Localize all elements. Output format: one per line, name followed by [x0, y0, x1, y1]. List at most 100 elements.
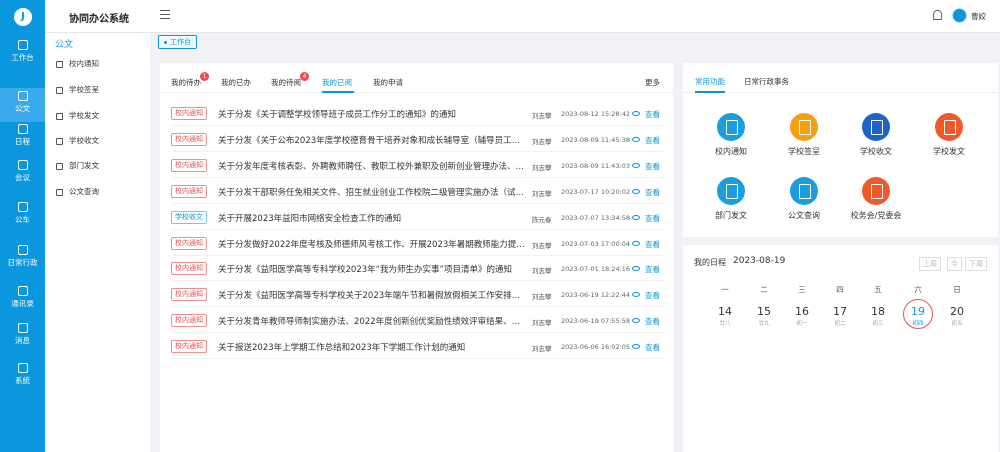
document-title-link[interactable]: 关于分发《关于公布2023年度学校德育骨干培养对象和成长辅导室（辅导员工作… [218, 134, 525, 146]
rail-item-1[interactable]: 公文 [0, 88, 45, 122]
sidenav-item-3[interactable]: 学校收文 [56, 134, 99, 148]
function-5[interactable]: 公文查询 [774, 177, 834, 222]
calendar-nav-button-2[interactable]: 下周 [965, 257, 987, 271]
category-badge: 校内通知 [171, 158, 207, 172]
tab-workbench[interactable]: 工作台 [158, 35, 197, 49]
document-title-link[interactable]: 关于开展2023年益阳市网络安全检查工作的通知 [218, 212, 525, 224]
document-author: 刘志攀 [532, 319, 552, 328]
view-link[interactable]: 查看 [645, 187, 660, 198]
calendar-nav-button-0[interactable]: 上周 [919, 257, 941, 271]
sidenav-item-1[interactable]: 学校签呈 [56, 83, 99, 97]
document-title-link[interactable]: 关于分发《益阳医学高等专科学校关于2023年端午节和暑假放假相关工作安排的… [218, 289, 525, 301]
query-icon [790, 177, 818, 205]
rail-item-4[interactable]: 公车 [0, 199, 45, 233]
calendar-day[interactable]: 19 初四 [903, 305, 933, 327]
weekday-header: 一 [721, 285, 729, 294]
sidenav-item-4[interactable]: 部门发文 [56, 159, 99, 173]
view-link[interactable]: 查看 [645, 109, 660, 120]
tab-count-badge: 4 [300, 72, 309, 81]
sidenav-item-0[interactable]: 校内通知 [56, 57, 99, 71]
send-doc-icon [935, 113, 963, 141]
tab-label: 我的待阅 [271, 78, 301, 87]
day-number: 17 [833, 305, 847, 318]
more-link[interactable]: 更多 [645, 77, 660, 88]
calendar-day[interactable]: 18 初三 [863, 305, 893, 327]
document-title-link[interactable]: 关于报送2023年上学期工作总结和2023年下学期工作计划的通知 [218, 341, 525, 353]
tab-doc-0[interactable]: 我的待办 1 [171, 72, 209, 88]
function-1[interactable]: 学校签呈 [774, 113, 834, 158]
view-link[interactable]: 查看 [645, 290, 660, 301]
eye-icon[interactable] [632, 111, 640, 116]
function-3[interactable]: 学校发文 [919, 113, 979, 158]
eye-icon[interactable] [632, 188, 640, 194]
eye-icon[interactable] [632, 240, 640, 246]
calendar-day[interactable]: 17 初二 [825, 305, 855, 327]
document-title-link[interactable]: 关于分发《关于调整学校领导班子成员工作分工的通知》的通知 [218, 108, 525, 120]
eye-icon[interactable] [632, 318, 640, 324]
car-icon [17, 202, 28, 212]
view-link[interactable]: 查看 [645, 316, 660, 327]
rail-item-label: 会议 [15, 173, 30, 182]
document-icon [56, 86, 63, 94]
function-2[interactable]: 学校收文 [846, 113, 906, 158]
rail-item-8[interactable]: 系统 [0, 360, 45, 394]
document-title-link[interactable]: 关于分发年度考核表彰、外聘教师聘任、教职工校外兼职及创新创业管理办法、“… [218, 160, 525, 172]
inbox-icon [56, 137, 63, 145]
app-title: 协同办公系统 [69, 14, 129, 25]
view-link[interactable]: 查看 [645, 264, 660, 275]
view-link[interactable]: 查看 [645, 239, 660, 250]
calendar-day[interactable]: 20 初五 [942, 305, 972, 327]
weekday-header: 五 [874, 285, 882, 294]
view-link[interactable]: 查看 [645, 161, 660, 172]
document-author: 刘志攀 [532, 112, 552, 120]
rail-item-3[interactable]: 会议 [0, 157, 45, 191]
view-link[interactable]: 查看 [645, 135, 660, 146]
lunar-date: 初四 [912, 321, 924, 327]
tab-active-indicator [322, 91, 354, 93]
document-title-link[interactable]: 关于分发做好2022年度考核及师德师风考核工作、开展2023年暑期教师能力提升… [218, 238, 525, 250]
user-name[interactable]: 曹姣 [971, 11, 986, 22]
category-badge: 校内通知 [171, 288, 207, 302]
document-author: 刘志攀 [532, 267, 552, 276]
eye-icon[interactable] [632, 136, 640, 142]
tab-doc-1[interactable]: 我的已办 [221, 77, 251, 88]
sidenav-item-2[interactable]: 学校发文 [56, 109, 99, 123]
document-title-link[interactable]: 关于分发《益阳医学高等专科学校2023年“我为师生办实事”项目清单》的通知 [218, 263, 525, 275]
document-title-link[interactable]: 关于分发干部职务任免相关文件、招生就业创业工作校院二级管理实施办法（试行… [218, 186, 525, 198]
eye-icon[interactable] [632, 214, 640, 220]
rail-item-6[interactable]: 通讯录 [0, 283, 45, 317]
tab-doc-4[interactable]: 我的申请 [373, 77, 403, 88]
tab-doc-3[interactable]: 我的已阅 [322, 77, 352, 88]
eye-icon[interactable] [632, 162, 640, 168]
tab-function-0[interactable]: 常用功能 [695, 76, 725, 87]
tab-doc-2[interactable]: 我的待阅 4 [271, 72, 309, 88]
document-row: 校内通知 关于分发做好2022年度考核及师德师风考核工作、开展2023年暑期教师能… [171, 231, 665, 256]
view-link[interactable]: 查看 [645, 213, 660, 224]
calendar-day[interactable]: 15 廿九 [749, 305, 779, 327]
tab-function-1[interactable]: 日常行政事务 [744, 76, 789, 87]
lunar-date: 初二 [834, 321, 846, 327]
rail-item-label: 系统 [15, 376, 30, 385]
bell-icon[interactable] [933, 10, 942, 20]
sidenav-item-label: 学校签呈 [69, 85, 99, 94]
rail-item-7[interactable]: 消息 [0, 320, 45, 354]
eye-icon[interactable] [632, 266, 640, 272]
rail-item-2[interactable]: 日程 [0, 121, 45, 155]
calendar-day[interactable]: 16 初一 [787, 305, 817, 327]
eye-icon[interactable] [632, 344, 640, 350]
rail-item-5[interactable]: 日常行政 [0, 242, 45, 276]
eye-icon[interactable] [632, 292, 640, 298]
document-date: 2023-07-17 10:20:02 [561, 187, 631, 196]
view-link[interactable]: 查看 [645, 342, 660, 353]
function-6[interactable]: 校务会/党委会 [846, 177, 906, 222]
rail-item-0[interactable]: 工作台 [0, 37, 45, 71]
menu-fold-icon[interactable] [160, 10, 170, 19]
document-title-link[interactable]: 关于分发青年教师导师制实施办法、2022年度创新创优奖励性绩效评审结果、开… [218, 315, 525, 327]
function-0[interactable]: 校内通知 [701, 113, 761, 158]
calendar-nav-button-1[interactable]: 今 [947, 257, 962, 271]
sidenav-item-5[interactable]: 公文查询 [56, 185, 99, 199]
avatar[interactable] [952, 8, 967, 23]
calendar-day[interactable]: 14 廿八 [710, 305, 740, 327]
function-4[interactable]: 部门发文 [701, 177, 761, 222]
tab-label: 我的申请 [373, 78, 403, 87]
